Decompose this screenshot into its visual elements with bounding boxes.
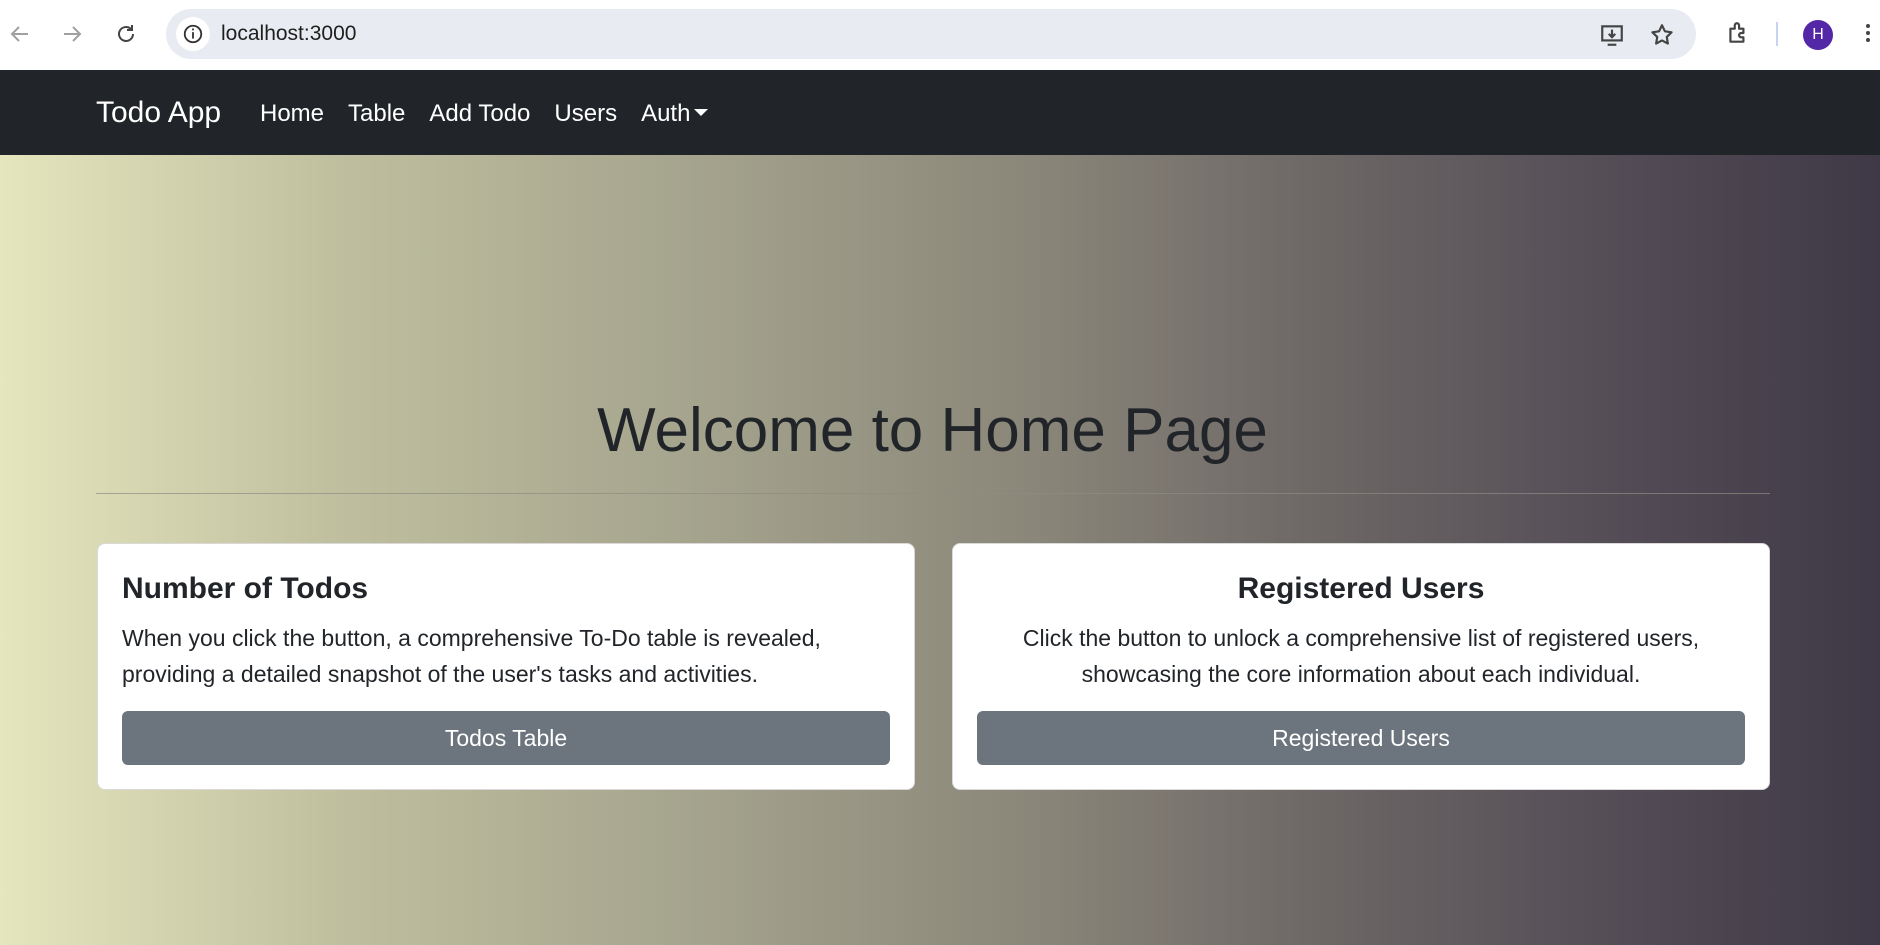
nav-dropdown-auth[interactable]: Auth	[641, 100, 709, 128]
todos-card: Number of Todos When you click the butto…	[97, 543, 915, 790]
nav-link-home[interactable]: Home	[260, 100, 324, 128]
nav-link-users[interactable]: Users	[554, 100, 617, 128]
registered-users-button[interactable]: Registered Users	[977, 711, 1745, 765]
site-info-icon[interactable]	[176, 17, 210, 51]
nav-link-auth-label: Auth	[641, 100, 691, 127]
todos-card-text: When you click the button, a comprehensi…	[122, 625, 821, 687]
address-bar[interactable]: localhost:3000	[166, 9, 1696, 59]
extensions-icon[interactable]	[1721, 16, 1755, 50]
url-text[interactable]: localhost:3000	[221, 22, 356, 46]
title-divider	[96, 493, 1770, 494]
install-app-icon[interactable]	[1598, 21, 1626, 49]
caret-down-icon	[694, 109, 709, 117]
app-navbar: Todo App Home Table Add Todo Users Auth	[0, 70, 1880, 155]
bookmark-star-icon[interactable]	[1648, 21, 1676, 49]
reload-icon[interactable]	[106, 14, 146, 54]
browser-toolbar: localhost:3000 H	[0, 0, 1880, 70]
nav-links: Home Table Add Todo Users Auth	[260, 100, 709, 128]
toolbar-divider	[1776, 22, 1778, 46]
users-card-title: Registered Users	[1237, 572, 1485, 605]
forward-arrow-icon[interactable]	[52, 14, 92, 54]
brand-link[interactable]: Todo App	[96, 96, 221, 130]
more-menu-icon[interactable]	[1856, 16, 1880, 50]
home-hero: Welcome to Home Page Number of Todos Whe…	[0, 155, 1880, 945]
users-card: Registered Users Click the button to unl…	[952, 543, 1770, 790]
nav-link-add-todo[interactable]: Add Todo	[429, 100, 530, 128]
back-arrow-icon[interactable]	[0, 14, 40, 54]
todos-card-title: Number of Todos	[122, 572, 369, 605]
nav-link-table[interactable]: Table	[348, 100, 405, 128]
users-card-text: Click the button to unlock a comprehensi…	[1022, 625, 1700, 687]
profile-avatar[interactable]: H	[1803, 20, 1833, 50]
todos-table-button[interactable]: Todos Table	[122, 711, 890, 765]
page-title: Welcome to Home Page	[597, 396, 1268, 465]
